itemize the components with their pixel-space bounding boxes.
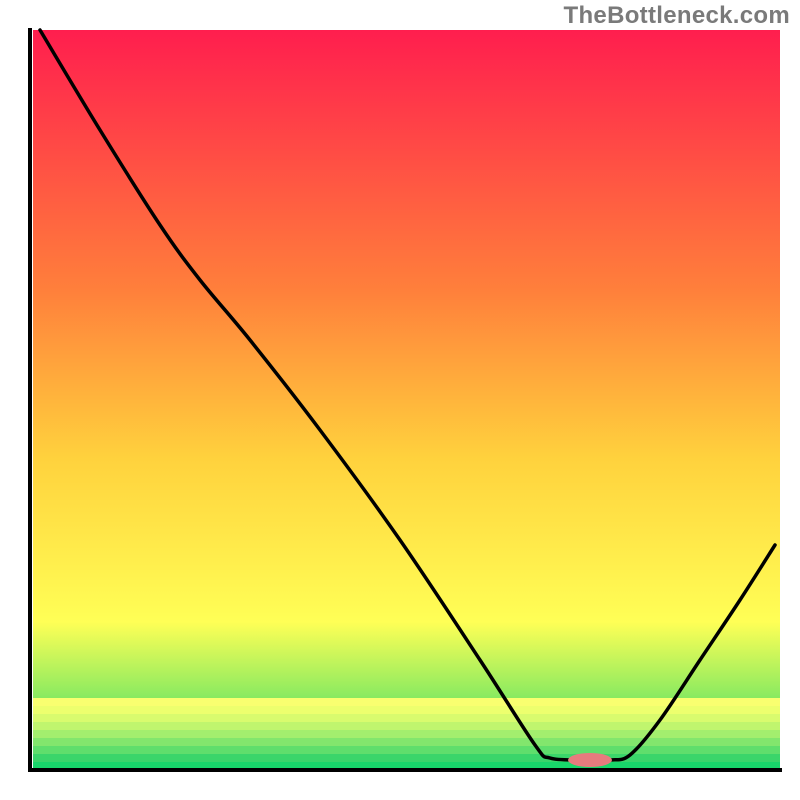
chart-background-gradient [33,30,780,770]
chart-container: { "watermark": "TheBottleneck.com", "cha… [0,0,800,800]
minimum-marker [568,753,612,767]
watermark-label: TheBottleneck.com [564,2,790,30]
chart-svg [0,0,800,800]
